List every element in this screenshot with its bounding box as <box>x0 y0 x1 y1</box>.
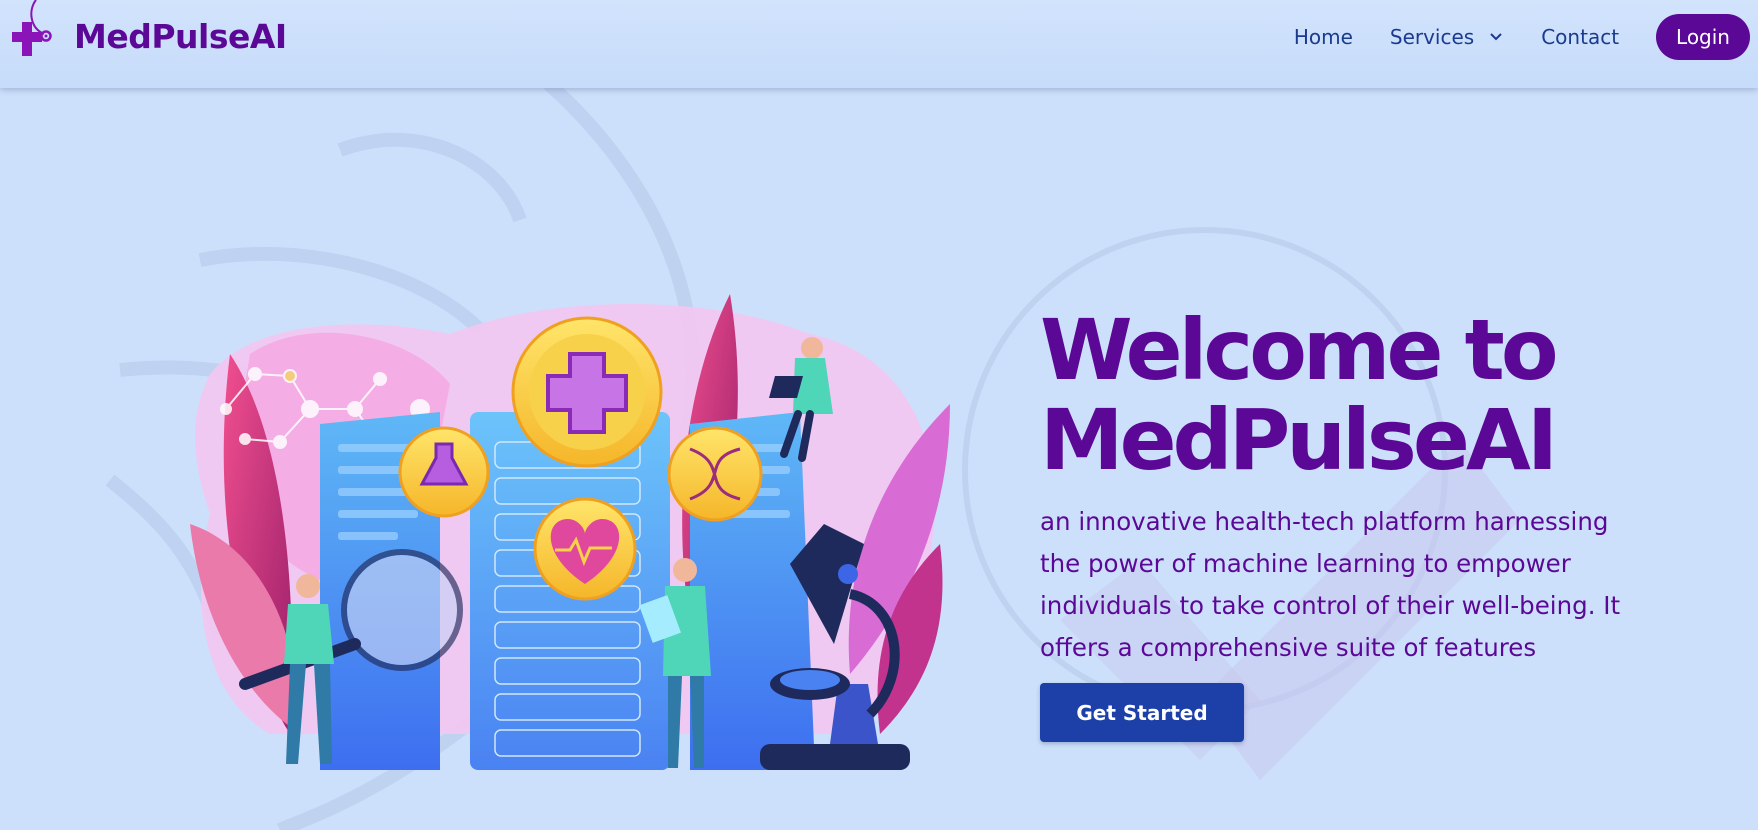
nav-contact-link[interactable]: Contact <box>1541 25 1619 49</box>
brand-logo[interactable]: MedPulseAI <box>8 0 287 60</box>
main-nav: Home Services Contact Login <box>1294 14 1750 60</box>
brand-name: MedPulseAI <box>74 16 287 56</box>
hero-section: Welcome to MedPulseAI an innovative heal… <box>1040 305 1640 742</box>
nav-home-link[interactable]: Home <box>1294 25 1353 49</box>
login-button[interactable]: Login <box>1656 14 1750 60</box>
nav-services-label: Services <box>1389 25 1475 49</box>
hero-title: Welcome to MedPulseAI <box>1040 305 1640 485</box>
get-started-button[interactable]: Get Started <box>1040 683 1244 742</box>
hero-description: an innovative health-tech platform harne… <box>1040 507 1621 662</box>
site-header: MedPulseAI Home Services Contact Login <box>0 0 1758 88</box>
chevron-down-icon <box>1490 33 1502 41</box>
medical-research-illustration <box>190 294 950 770</box>
hero-title-line2: MedPulseAI <box>1040 391 1558 489</box>
nav-services-dropdown[interactable]: Services <box>1390 25 1504 49</box>
hero-title-line1: Welcome to <box>1040 301 1559 399</box>
medical-cross-stethoscope-icon <box>12 0 52 56</box>
